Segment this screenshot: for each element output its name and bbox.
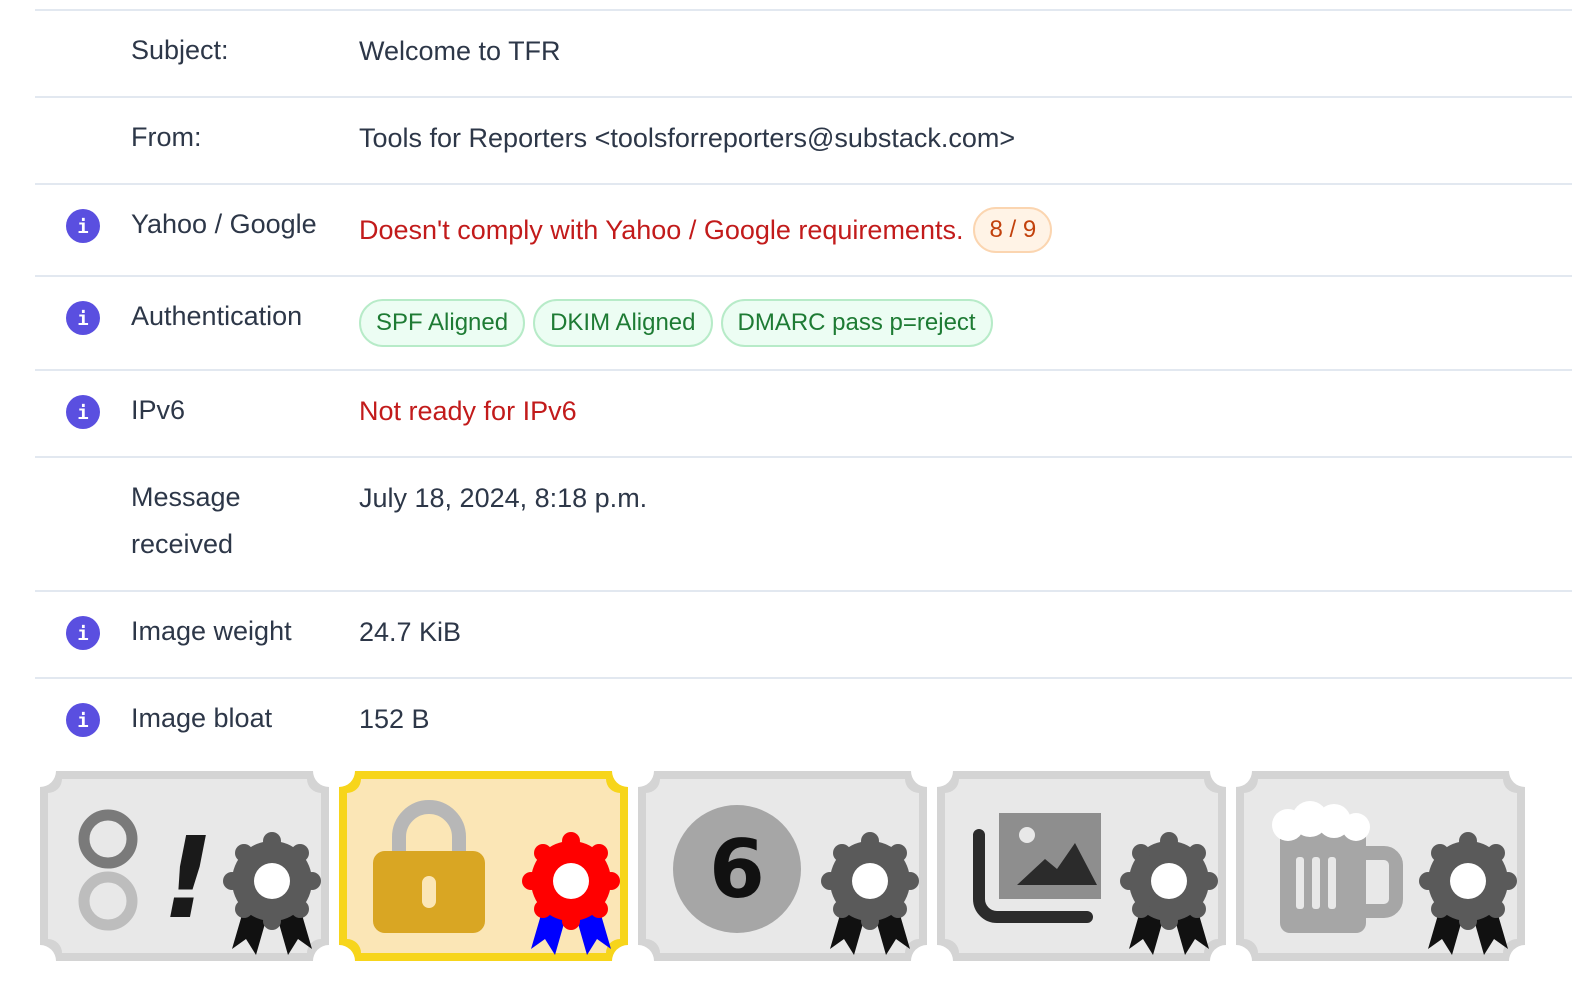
- image-bloat-value: 152 B: [359, 704, 430, 734]
- image-weight-value: 24.7 KiB: [359, 617, 462, 647]
- badge-yahoo-google[interactable]: !: [40, 771, 329, 961]
- svg-text:6: 6: [709, 823, 765, 916]
- svg-text:i: i: [77, 402, 88, 424]
- badge-ipv6[interactable]: 6: [638, 771, 927, 961]
- message-received-row: Message received July 18, 2024, 8:18 p.m…: [35, 458, 1572, 592]
- message-received-label: Message received: [131, 482, 241, 559]
- badge-image-bloat[interactable]: [1236, 771, 1525, 961]
- yahoo-google-score-badge: 8 / 9: [973, 207, 1053, 253]
- subject-row: Subject: Welcome to TFR: [35, 11, 1572, 98]
- from-row: From: Tools for Reporters <toolsforrepor…: [35, 98, 1572, 185]
- image-bloat-label: Image bloat: [131, 703, 273, 733]
- info-icon[interactable]: i: [66, 209, 100, 243]
- svg-text:i: i: [77, 623, 88, 645]
- info-icon[interactable]: i: [66, 703, 100, 737]
- message-received-value: July 18, 2024, 8:18 p.m.: [359, 483, 648, 513]
- dkim-badge: DKIM Aligned: [533, 299, 713, 347]
- email-details-table: Subject: Welcome to TFR From: Tools for …: [35, 9, 1572, 764]
- ipv6-label: IPv6: [131, 395, 186, 425]
- yahoo-google-status: Doesn't comply with Yahoo / Google requi…: [359, 215, 964, 245]
- authentication-label: Authentication: [131, 301, 303, 331]
- from-value: Tools for Reporters <toolsforreporters@s…: [359, 123, 1016, 153]
- spf-badge: SPF Aligned: [359, 299, 526, 347]
- info-icon[interactable]: i: [66, 301, 100, 335]
- svg-text:i: i: [77, 710, 88, 732]
- ipv6-icon: 6: [673, 805, 801, 933]
- svg-text:i: i: [77, 216, 88, 238]
- dmarc-badge: DMARC pass p=reject: [720, 299, 993, 347]
- image-weight-row: i Image weight 24.7 KiB: [35, 592, 1572, 679]
- ipv6-row: i IPv6 Not ready for IPv6: [35, 371, 1572, 458]
- badge-authentication[interactable]: [339, 771, 628, 961]
- image-bloat-row: i Image bloat 152 B: [35, 679, 1572, 764]
- svg-text:!: !: [162, 814, 213, 944]
- info-icon[interactable]: i: [66, 395, 100, 429]
- from-label: From:: [131, 122, 202, 152]
- authentication-row: i Authentication SPF Aligned DKIM Aligne…: [35, 277, 1572, 371]
- badge-image-weight[interactable]: [937, 771, 1226, 961]
- yahoo-google-label: Yahoo / Google: [131, 209, 317, 239]
- yahoo-google-row: i Yahoo / Google Doesn't comply with Yah…: [35, 185, 1572, 277]
- info-icon[interactable]: i: [66, 616, 100, 650]
- image-weight-label: Image weight: [131, 616, 292, 646]
- svg-text:i: i: [77, 308, 88, 330]
- badge-strip: ! 6: [40, 771, 1540, 961]
- subject-label: Subject:: [131, 35, 229, 65]
- subject-value: Welcome to TFR: [359, 36, 561, 66]
- ipv6-status: Not ready for IPv6: [359, 396, 577, 426]
